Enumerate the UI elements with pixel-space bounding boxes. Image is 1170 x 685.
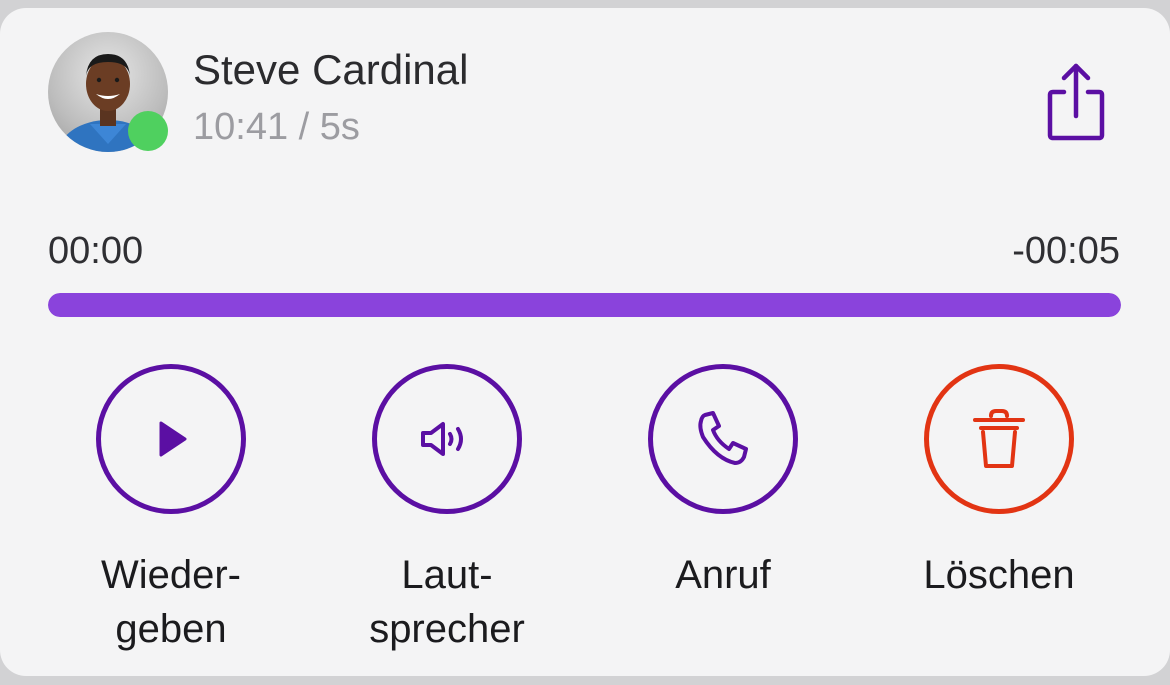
progress-fill [48, 293, 1121, 317]
contact-name: Steve Cardinal [193, 46, 469, 93]
call-button-circle[interactable] [648, 364, 798, 514]
speaker-button-circle[interactable] [372, 364, 522, 514]
play-icon [159, 421, 187, 457]
call-button[interactable]: Anruf [613, 364, 833, 602]
speaker-button-label: Laut- sprecher [369, 553, 525, 651]
voicemail-card: Steve Cardinal 10:41 / 5s 00:00 -00:05 W… [0, 8, 1170, 676]
delete-button-label: Löschen [923, 553, 1075, 597]
speaker-icon [421, 422, 463, 456]
phone-icon [698, 411, 748, 465]
speaker-button[interactable]: Laut- sprecher [337, 364, 557, 656]
trash-icon [973, 409, 1025, 468]
remaining-time: -00:05 [1012, 230, 1120, 272]
call-time-duration: 10:41 / 5s [193, 106, 360, 148]
delete-button[interactable]: Löschen [889, 364, 1109, 602]
call-button-label: Anruf [675, 553, 771, 597]
play-button-label: Wieder- geben [100, 553, 242, 651]
elapsed-time: 00:00 [48, 230, 144, 272]
play-button-circle[interactable] [96, 364, 246, 514]
share-icon [1047, 63, 1105, 141]
play-button[interactable]: Wieder- geben [61, 364, 281, 656]
share-button[interactable] [1040, 60, 1112, 146]
playback-progress-bar[interactable] [48, 293, 1121, 317]
delete-button-circle[interactable] [924, 364, 1074, 514]
online-status-dot [128, 111, 168, 151]
